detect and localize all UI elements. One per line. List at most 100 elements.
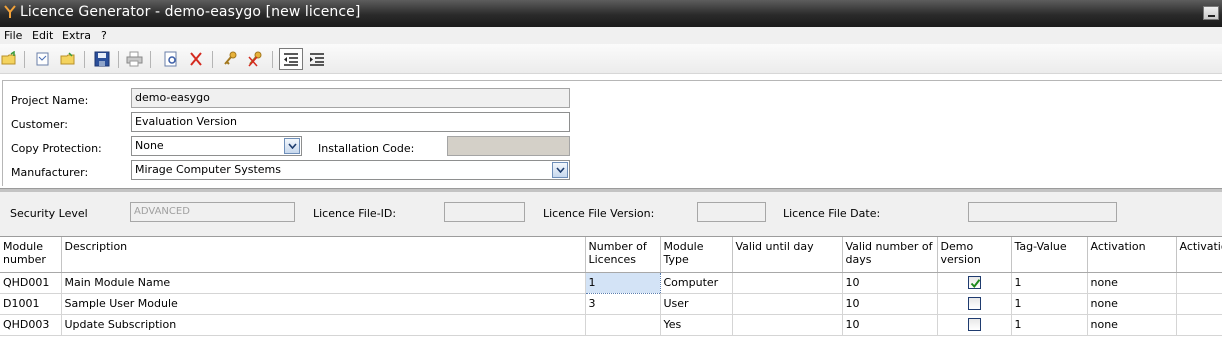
installation-code-field[interactable] bbox=[447, 136, 570, 156]
chevron-down-icon bbox=[288, 143, 297, 149]
column-header-tag-value[interactable]: Tag-Value bbox=[1011, 237, 1088, 273]
project-form: Project Name: demo-easygo Customer: Eval… bbox=[2, 80, 1222, 186]
licence-file-version-label: Licence File Version: bbox=[543, 207, 655, 220]
cell-demo-version[interactable] bbox=[937, 293, 1012, 315]
toolbar-separator bbox=[150, 51, 151, 68]
column-header-valid-number-of-days[interactable]: Valid number of days bbox=[842, 237, 938, 273]
key-icon[interactable] bbox=[222, 51, 239, 67]
cell-valid-number-of-days[interactable]: 10 bbox=[842, 314, 938, 336]
project-name-label: Project Name: bbox=[11, 94, 89, 107]
cell-activation-ellipsis-button[interactable]: ... bbox=[1176, 272, 1222, 294]
window-title: Licence Generator - demo-easygo [new lic… bbox=[20, 4, 361, 20]
cell-description[interactable]: Sample User Module bbox=[61, 293, 586, 315]
manufacturer-dropdown-button[interactable] bbox=[552, 162, 568, 178]
cell-activation[interactable]: none bbox=[1087, 293, 1177, 315]
licence-file-id-field[interactable] bbox=[444, 202, 525, 222]
chevron-down-icon bbox=[556, 167, 565, 173]
table-row[interactable]: QHD001 Main Module Name 1 Computer 10 1 … bbox=[0, 271, 1222, 294]
cell-activation-ellipsis-button[interactable]: ... bbox=[1176, 314, 1222, 336]
column-header-demo-version[interactable]: Demo version bbox=[937, 237, 1012, 273]
manufacturer-select[interactable]: Mirage Computer Systems bbox=[131, 160, 570, 180]
column-header-valid-until-day[interactable]: Valid until day bbox=[732, 237, 843, 273]
menu-file[interactable]: File bbox=[4, 29, 22, 42]
toolbar-separator bbox=[272, 51, 273, 68]
cell-module-type[interactable]: User bbox=[660, 293, 733, 315]
cell-activation-ellipsis-button[interactable]: ... bbox=[1176, 293, 1222, 315]
toolbar-separator bbox=[118, 51, 119, 68]
menu-extra[interactable]: Extra bbox=[62, 29, 91, 42]
toolbar-separator bbox=[212, 51, 213, 68]
cell-demo-version[interactable] bbox=[937, 314, 1012, 336]
app-logo-icon bbox=[4, 5, 16, 18]
column-header-module-type[interactable]: Module Type bbox=[660, 237, 733, 273]
copy-protection-dropdown-button[interactable] bbox=[284, 138, 300, 154]
demo-version-checkbox[interactable] bbox=[967, 276, 981, 290]
save-icon[interactable] bbox=[94, 51, 111, 67]
cell-valid-until-day[interactable] bbox=[732, 293, 843, 315]
table-row[interactable]: D1001 Sample User Module 3 User 10 1 non… bbox=[0, 293, 1222, 315]
column-header-activation[interactable]: Activation bbox=[1087, 237, 1177, 273]
copy-protection-select[interactable]: None bbox=[131, 136, 302, 156]
delete-icon[interactable] bbox=[188, 51, 205, 67]
cell-activation[interactable]: none bbox=[1087, 314, 1177, 336]
project-name-field[interactable]: demo-easygo bbox=[131, 88, 570, 108]
indent-button[interactable] bbox=[279, 48, 303, 70]
licence-file-id-label: Licence File-ID: bbox=[313, 207, 397, 220]
cell-number-of-licences[interactable]: 1 bbox=[584, 271, 661, 294]
cell-activation[interactable]: none bbox=[1087, 272, 1177, 294]
cell-module-type[interactable]: Computer bbox=[660, 272, 733, 294]
manufacturer-label: Manufacturer: bbox=[11, 166, 89, 179]
licence-file-version-field[interactable] bbox=[697, 202, 766, 222]
cell-tag-value[interactable]: 1 bbox=[1011, 272, 1088, 294]
cell-module-type[interactable]: Yes bbox=[660, 314, 733, 336]
title-bar: Licence Generator - demo-easygo [new lic… bbox=[0, 0, 1222, 27]
cell-module-number[interactable]: D1001 bbox=[0, 293, 62, 315]
table-row[interactable]: QHD003 Update Subscription Yes 10 1 none… bbox=[0, 314, 1222, 336]
cell-valid-until-day[interactable] bbox=[732, 272, 843, 294]
cell-demo-version[interactable] bbox=[937, 272, 1012, 294]
column-header-description[interactable]: Description bbox=[61, 237, 586, 273]
outdent-icon[interactable] bbox=[309, 51, 326, 67]
indent-icon bbox=[284, 53, 298, 66]
toolbar-separator bbox=[84, 51, 85, 68]
menu-edit[interactable]: Edit bbox=[32, 29, 53, 42]
toolbar bbox=[0, 44, 1222, 74]
open-folder-icon[interactable] bbox=[1, 51, 18, 67]
cell-valid-number-of-days[interactable]: 10 bbox=[842, 293, 938, 315]
cell-valid-number-of-days[interactable]: 10 bbox=[842, 272, 938, 294]
customer-field[interactable]: Evaluation Version bbox=[131, 112, 570, 132]
new-document-icon[interactable] bbox=[34, 51, 51, 67]
column-header-activation-2[interactable]: Activation bbox=[1176, 237, 1222, 273]
cell-description[interactable]: Main Module Name bbox=[61, 272, 586, 294]
cell-module-number[interactable]: QHD003 bbox=[0, 314, 62, 336]
demo-version-checkbox[interactable] bbox=[967, 318, 981, 332]
installation-code-label: Installation Code: bbox=[318, 142, 415, 155]
manufacturer-value: Mirage Computer Systems bbox=[135, 163, 281, 176]
minimize-button[interactable] bbox=[1203, 6, 1219, 20]
demo-version-checkbox[interactable] bbox=[967, 297, 981, 311]
licence-file-date-label: Licence File Date: bbox=[783, 207, 881, 220]
print-icon[interactable] bbox=[126, 51, 143, 67]
cell-number-of-licences[interactable] bbox=[585, 314, 661, 336]
modules-grid: Module number Description Number of Lice… bbox=[0, 236, 1222, 361]
cell-description[interactable]: Update Subscription bbox=[61, 314, 586, 336]
column-header-module-number[interactable]: Module number bbox=[0, 237, 62, 273]
column-header-number-of-licences[interactable]: Number of Licences bbox=[585, 237, 661, 273]
preview-icon[interactable] bbox=[163, 51, 180, 67]
remove-key-icon[interactable] bbox=[247, 51, 264, 67]
cell-tag-value[interactable]: 1 bbox=[1011, 293, 1088, 315]
menu-help[interactable]: ? bbox=[101, 29, 107, 42]
security-level-field[interactable]: ADVANCED bbox=[130, 202, 295, 222]
modules-table: Module number Description Number of Lice… bbox=[0, 237, 1222, 336]
open-file-icon[interactable] bbox=[60, 51, 77, 67]
copy-protection-value: None bbox=[135, 139, 164, 152]
cell-number-of-licences[interactable]: 3 bbox=[585, 293, 661, 315]
copy-protection-label: Copy Protection: bbox=[11, 142, 102, 155]
menu-bar: File Edit Extra ? bbox=[0, 27, 1222, 44]
licence-file-date-field[interactable] bbox=[968, 202, 1117, 222]
cell-valid-until-day[interactable] bbox=[732, 314, 843, 336]
toolbar-separator bbox=[24, 51, 25, 68]
cell-module-number[interactable]: QHD001 bbox=[0, 272, 62, 294]
cell-tag-value[interactable]: 1 bbox=[1011, 314, 1088, 336]
security-level-label: Security Level bbox=[10, 207, 88, 220]
